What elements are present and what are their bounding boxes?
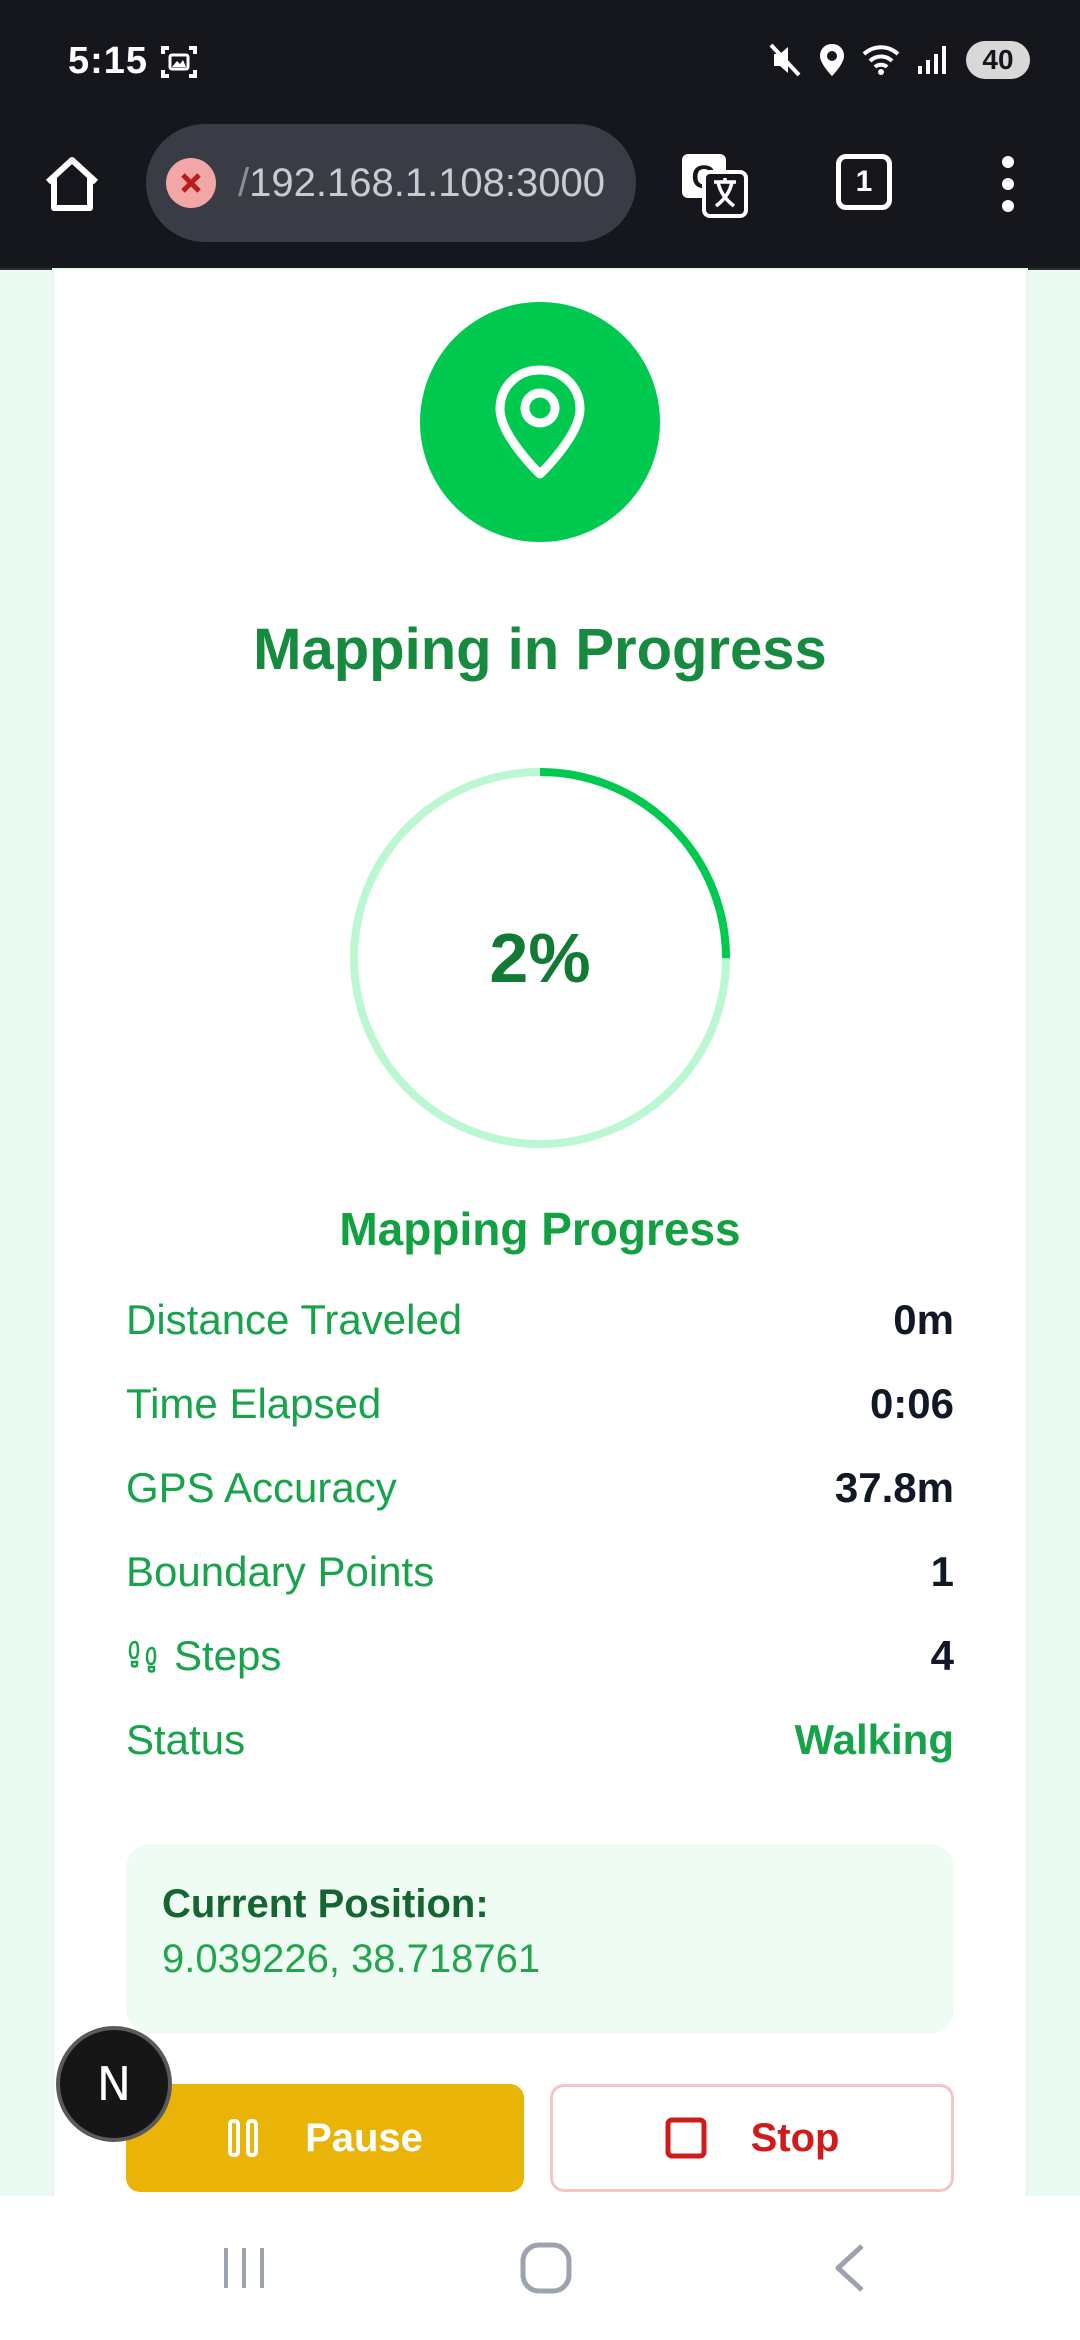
tabs-button[interactable]: 1 — [836, 154, 892, 210]
mute-icon — [769, 43, 801, 77]
wifi-icon — [862, 45, 900, 75]
stop-icon — [665, 2117, 707, 2159]
current-position-box: Current Position: 9.039226, 38.718761 — [126, 1844, 954, 2034]
stat-row-steps: Steps 4 — [126, 1614, 954, 1698]
status-value: Walking — [794, 1716, 954, 1763]
insecure-icon[interactable] — [166, 158, 216, 208]
stat-value: 4 — [930, 1632, 954, 1679]
pause-label: Pause — [305, 2115, 423, 2160]
progress-percent: 2% — [489, 919, 591, 997]
progress-label: Mapping Progress — [339, 1203, 741, 1255]
footprints-icon — [128, 1640, 157, 1673]
stat-row-boundary-points: Boundary Points 1 — [126, 1530, 954, 1614]
location-pin-badge — [420, 302, 660, 542]
stat-label: Boundary Points — [126, 1548, 435, 1595]
translate-icon[interactable]: G — [678, 148, 750, 220]
stat-label-steps: Steps — [126, 1632, 281, 1680]
pause-icon — [228, 2119, 259, 2157]
recent-apps-icon[interactable] — [216, 2240, 272, 2296]
stat-label: GPS Accuracy — [126, 1464, 397, 1511]
home-icon[interactable] — [40, 152, 104, 216]
pause-button[interactable]: Pause — [126, 2084, 524, 2192]
stat-row-status: Status Walking — [126, 1698, 954, 1782]
status-bar: 5:15 40 — [0, 0, 1080, 122]
screenshot-icon — [161, 46, 197, 78]
url-host: 192.168.1.108:3000 — [249, 160, 606, 205]
dev-overlay-badge[interactable]: N — [56, 2026, 172, 2142]
battery-indicator: 40 — [966, 41, 1030, 79]
stop-label: Stop — [750, 2115, 840, 2160]
home-nav-icon[interactable] — [518, 2240, 574, 2296]
mapping-card: Mapping in Progress 2% Mapping Progress … — [54, 270, 1026, 2196]
status-time: 5:15 — [68, 40, 149, 82]
stop-button[interactable]: Stop — [550, 2084, 954, 2192]
url-prefix: / — [238, 160, 250, 205]
position-coordinates: 9.039226, 38.718761 — [162, 1937, 541, 1981]
browser-toolbar: /192.168.1.108:3000 G 1 — [0, 122, 1080, 270]
signal-icon — [918, 46, 946, 74]
back-icon[interactable] — [822, 2240, 878, 2296]
stat-row-distance: Distance Traveled 0m — [126, 1278, 954, 1362]
stat-label: Time Elapsed — [126, 1380, 382, 1427]
stat-value: 37.8m — [834, 1464, 954, 1511]
stat-row-gps-accuracy: GPS Accuracy 37.8m — [126, 1446, 954, 1530]
more-vert-icon[interactable] — [990, 152, 1026, 216]
position-title: Current Position: — [162, 1882, 489, 1926]
stat-value: 1 — [930, 1548, 954, 1595]
url-text[interactable]: /192.168.1.108:3000 — [238, 161, 605, 206]
stat-row-time: Time Elapsed 0:06 — [126, 1362, 954, 1446]
stat-label: Steps — [174, 1632, 282, 1679]
stat-label: Status — [126, 1716, 246, 1763]
stat-value: 0:06 — [869, 1380, 954, 1427]
address-bar[interactable]: /192.168.1.108:3000 — [146, 124, 636, 242]
stat-value: 0m — [893, 1296, 954, 1343]
page-title: Mapping in Progress — [253, 617, 827, 682]
map-pin-icon — [495, 365, 585, 479]
stats-list: Distance Traveled 0m Time Elapsed 0:06 G… — [126, 1278, 954, 1782]
location-icon — [820, 44, 844, 76]
stat-label: Distance Traveled — [126, 1296, 463, 1343]
system-nav-bar — [0, 2196, 1080, 2340]
